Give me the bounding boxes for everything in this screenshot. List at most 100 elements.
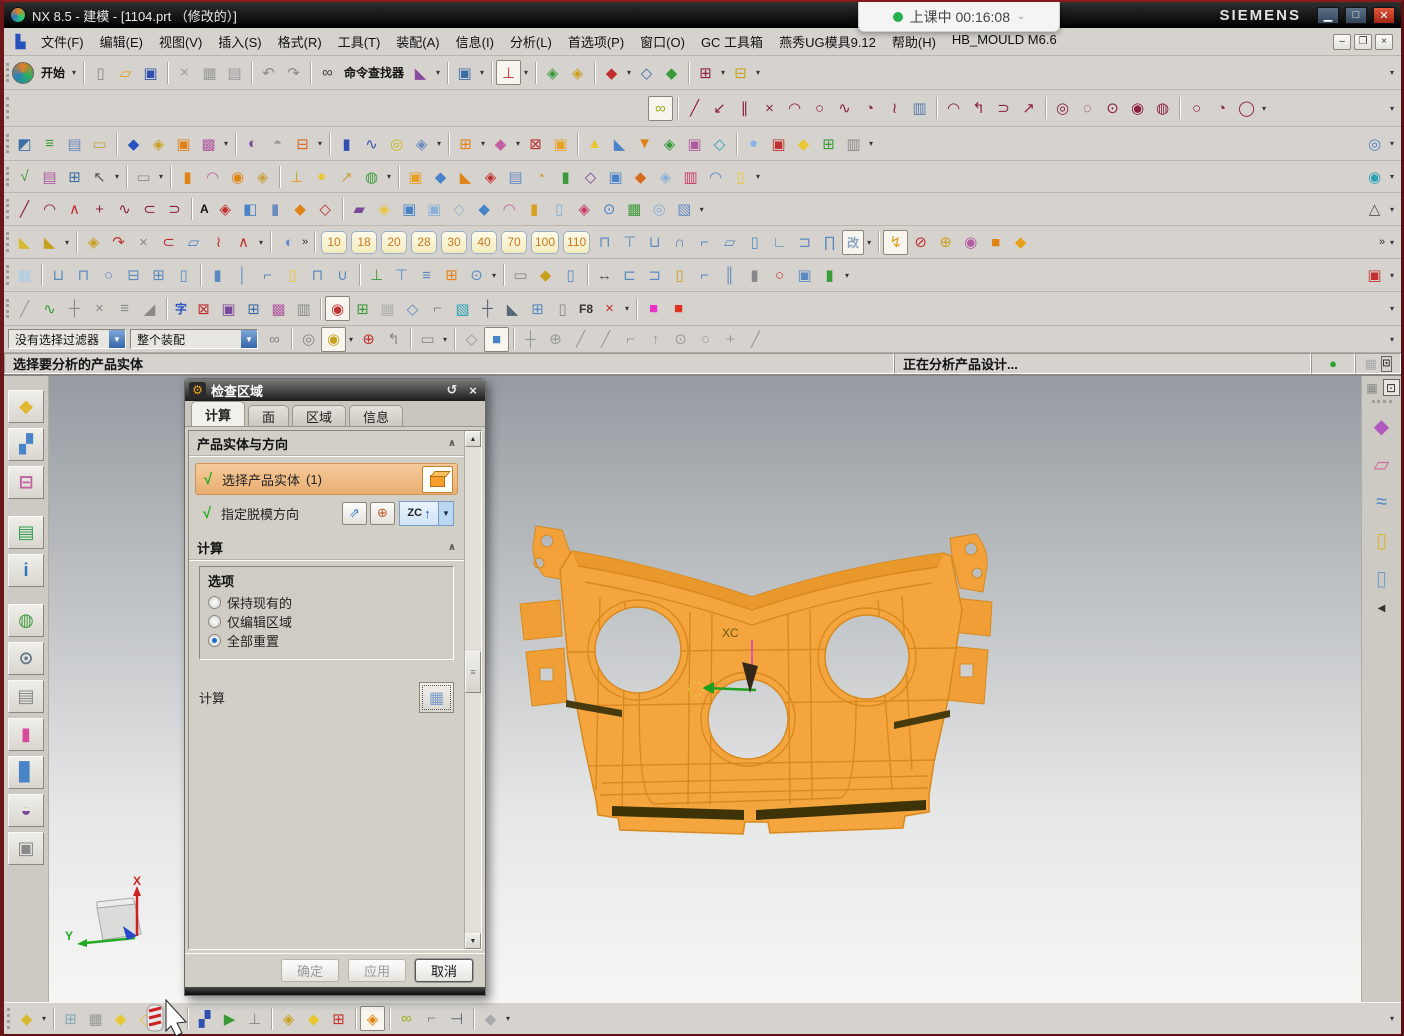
menu-item-0[interactable]: 文件(F) [33,29,92,54]
axis-dropdown-arrow[interactable]: ▼ [439,501,454,526]
dropdown-arrow-icon[interactable]: ▾ [503,1014,513,1023]
toolbar-icon[interactable]: ▩ [266,296,291,321]
size-button-30[interactable]: 30 [441,231,467,254]
toolbar-icon[interactable]: ⊃ [991,96,1016,121]
toolbar-icon[interactable]: ◆ [599,60,624,85]
toolbar-icon[interactable]: × [597,296,622,321]
radio-option-row[interactable]: 保持现有的 [208,593,445,612]
toolbar-icon[interactable]: ▭ [87,131,112,156]
toolbar-icon[interactable]: ◈ [250,164,275,189]
toolbar-icon[interactable]: ◉ [325,296,350,321]
toolbar-icon[interactable]: ◉ [1125,96,1150,121]
menu-item-5[interactable]: 工具(T) [330,29,389,54]
toolbar-icon[interactable]: ↗ [1016,96,1041,121]
toolbar-icon[interactable]: ≡ [37,131,62,156]
toolbar-icon[interactable]: ● [309,164,334,189]
toolbar-icon[interactable]: ⊞ [525,296,550,321]
toolbar-icon[interactable]: ╱ [12,296,37,321]
toolbar-icon[interactable]: ≀ [206,230,231,255]
toolbar-icon[interactable]: ◉ [225,164,250,189]
chevron-down-icon[interactable]: ⌄ [1017,11,1025,22]
maximize-button[interactable]: □ [1345,7,1367,24]
toolbar-icon[interactable]: ⊥ [242,1006,267,1031]
toolbar-icon[interactable]: ◎ [647,197,672,222]
toolbar-icon[interactable]: ◇ [313,197,338,222]
close-button[interactable]: ✕ [1373,7,1395,24]
toolbar-icon[interactable]: ↷ [106,230,131,255]
toolbar-icon[interactable]: ▤ [503,164,528,189]
toolbar-icon[interactable]: ○ [767,263,792,288]
toolbar-icon[interactable]: ◆ [14,1006,39,1031]
toolbar-icon[interactable]: ▣ [792,263,817,288]
toolbar-icon[interactable]: × [757,96,782,121]
toolbar-icon[interactable]: ▼ [632,131,657,156]
toolbar-icon[interactable]: ◐ [240,131,265,156]
toolbar-icon[interactable]: ◈ [572,197,597,222]
toolbar-icon[interactable]: ⊙ [464,263,489,288]
toolbar-icon[interactable]: ⊓ [592,230,617,255]
toolbar-icon[interactable]: ▮ [742,263,767,288]
scroll-up-icon[interactable]: ▲ [465,431,481,447]
toolbar-icon[interactable]: ■ [484,327,509,352]
toolbar-icon[interactable]: ▧ [450,296,475,321]
toolbar-icon[interactable]: ◈ [657,131,682,156]
dropdown-arrow-icon[interactable]: ▾ [513,139,523,148]
toolbar-icon[interactable]: ⊥ [284,164,309,189]
toolbar-icon[interactable]: ◈ [81,230,106,255]
toolbar-icon[interactable]: ▯ [280,263,305,288]
mdi-minimize-button[interactable]: – [1333,34,1351,50]
toolbar-icon[interactable]: ▥ [907,96,932,121]
toolbar-icon[interactable]: ⊏ [617,263,642,288]
toolbar-icon[interactable]: × [172,60,197,85]
mdi-close-button[interactable]: × [1375,34,1393,50]
resource-internet-explorer[interactable]: i [8,554,44,587]
toolbar-icon[interactable]: ⊞ [62,164,87,189]
toolbar-icon[interactable]: ╱ [568,327,593,352]
toolbar-icon[interactable]: ∏ [817,230,842,255]
menu-item-8[interactable]: 分析(L) [502,29,560,54]
toolbar-icon[interactable]: ⊤ [617,230,642,255]
toolbar-icon[interactable]: ▩ [196,131,221,156]
toolbar-icon[interactable]: ◈ [653,164,678,189]
toolbar-icon[interactable]: ∿ [37,296,62,321]
dropdown-arrow-icon[interactable]: ▾ [346,335,356,344]
dropdown-arrow-icon[interactable]: ▼ [109,330,125,348]
gear-icon[interactable]: ⚙ [189,382,206,399]
drafting-sheet-icon[interactable]: ▱ [1367,449,1397,479]
dropdown-arrow-icon[interactable]: ▾ [156,172,166,181]
dialog-button-取消[interactable]: 取消 [415,959,473,982]
toolbar-icon[interactable]: ◈ [540,60,565,85]
toolbar-icon[interactable]: ◇ [707,131,732,156]
minimize-button[interactable]: ▁ [1317,7,1339,24]
toolbar-icon[interactable]: ⌐ [692,230,717,255]
toolbar-icon[interactable]: ╱ [593,327,618,352]
dropdown-arrow-icon[interactable]: ▾ [221,139,231,148]
toolbar-icon[interactable]: ▧ [672,197,697,222]
toolbar-icon[interactable]: ∧ [231,230,256,255]
toolbar-text-item[interactable]: F8 [575,296,597,321]
toolbar-icon[interactable]: ∟ [767,230,792,255]
dropdown-arrow-icon[interactable]: ▾ [39,1014,49,1023]
dropdown-arrow-icon[interactable]: ▾ [489,271,499,280]
toolbar-icon[interactable]: ⊐ [642,263,667,288]
toolbar-icon[interactable]: ▯ [547,197,572,222]
toolbar-icon[interactable]: ≡ [414,263,439,288]
menu-item-1[interactable]: 编辑(E) [92,29,151,54]
size-button-20[interactable]: 20 [381,231,407,254]
tab-计算[interactable]: 计算 [191,401,245,426]
toolbar-text-item[interactable]: 命令查找器 [340,60,408,85]
toolbar-text-item[interactable]: 字 [171,296,191,321]
radio-icon[interactable] [208,596,221,609]
dropdown-arrow-icon[interactable]: ▾ [477,68,487,77]
toolbar-icon[interactable]: ▣ [397,197,422,222]
move-component-icon[interactable]: ◆ [1367,411,1397,441]
toolbar-icon[interactable]: ▯ [88,60,113,85]
toolbar-icon[interactable]: ╱ [682,96,707,121]
toolbar-icon[interactable]: ⊞ [693,60,718,85]
menu-item-12[interactable]: 燕秀UG模具9.12 [771,29,884,54]
toolbar-icon[interactable]: ⊞ [439,263,464,288]
toolbar-icon[interactable]: ▱ [717,230,742,255]
size-button-28[interactable]: 28 [411,231,437,254]
collapse-arrow-icon[interactable]: ◀ [1378,603,1386,614]
toolbar-icon[interactable]: ▭ [131,164,156,189]
